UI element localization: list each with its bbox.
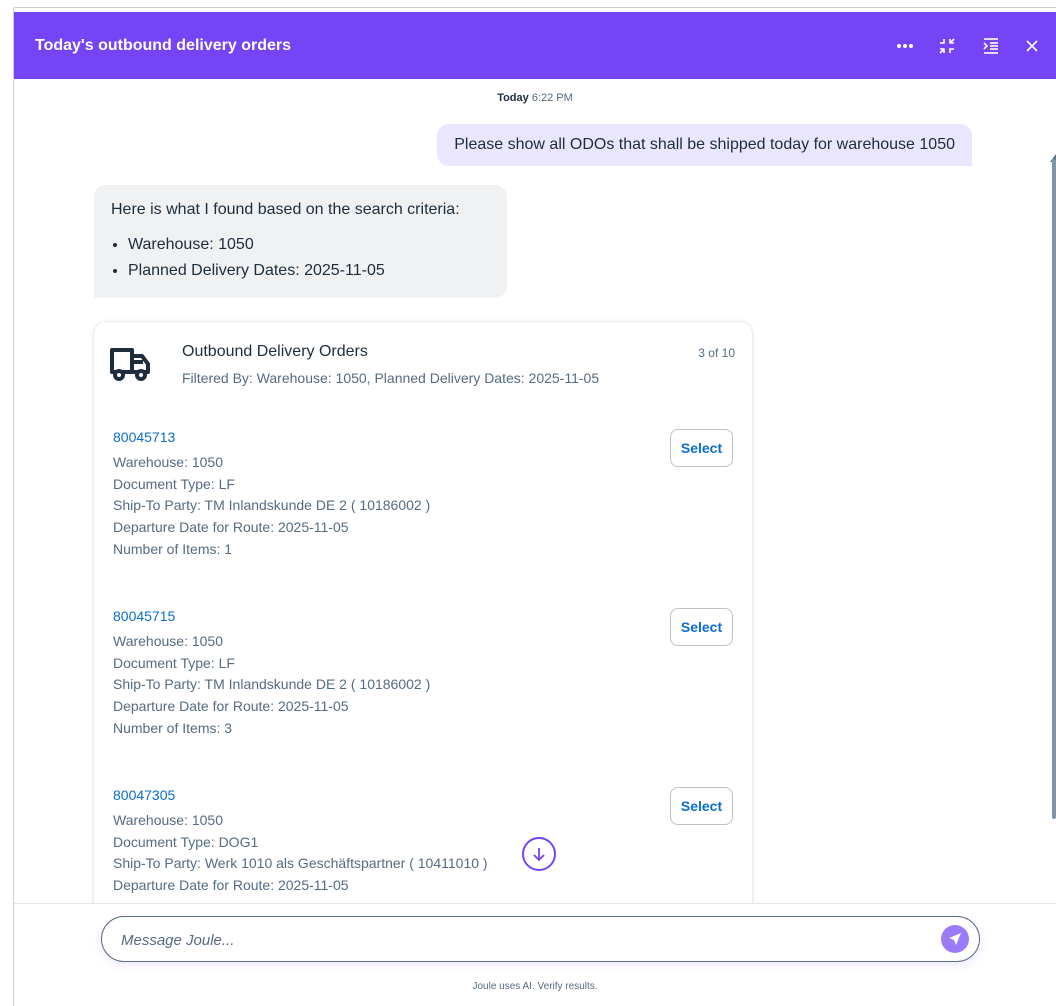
item-departure: Departure Date for Route: 2025-11-05 [113,877,349,894]
scrollbar-up-arrow-icon[interactable] [1050,149,1056,162]
item-doc-type: Document Type: DOG1 [113,833,259,850]
item-num-items: Number of Items: 1 [113,540,233,557]
criteria-item: Planned Delivery Dates: 2025-11-05 [128,260,490,282]
order-link[interactable]: 80047305 [113,787,733,803]
bot-intro-text: Here is what I found based on the search… [111,201,460,218]
joule-panel: Today's outbound delivery orders Today 6… [14,8,1056,1006]
order-link[interactable]: 80045715 [113,608,733,624]
input-divider [14,903,1056,904]
card-subtitle: Filtered By: Warehouse: 1050, Planned De… [182,370,600,386]
scrollbar-thumb[interactable] [1052,159,1056,819]
list-item: 80045715 Warehouse: 1050 Document Type: … [113,608,733,740]
select-button[interactable]: Select [670,608,733,646]
user-message-bubble: Please show all ODOs that shall be shipp… [437,124,972,166]
results-card: Outbound Delivery Orders Filtered By: Wa… [94,322,752,903]
item-departure: Departure Date for Route: 2025-11-05 [113,519,349,536]
timestamp-day: Today [497,92,529,104]
item-ship-to: Ship-To Party: TM Inlandskunde DE 2 ( 10… [113,497,431,514]
list-item: 80047305 Warehouse: 1050 Document Type: … [113,787,733,897]
collapse-panel-icon[interactable] [979,34,1003,58]
send-button[interactable] [941,925,969,953]
item-doc-type: Document Type: LF [113,475,235,492]
select-button[interactable]: Select [670,429,733,467]
card-title: Outbound Delivery Orders [182,343,368,360]
order-link[interactable]: 80045713 [113,429,733,445]
message-timestamp: Today 6:22 PM [14,92,1056,104]
more-icon[interactable] [893,34,917,58]
item-ship-to: Ship-To Party: TM Inlandskunde DE 2 ( 10… [113,676,431,693]
item-warehouse: Warehouse: 1050 [113,812,223,828]
item-doc-type: Document Type: LF [113,654,235,671]
send-icon [949,933,961,945]
close-icon[interactable] [1020,34,1044,58]
exit-fullscreen-icon[interactable] [935,34,959,58]
message-input-container [101,916,980,962]
panel-title: Today's outbound delivery orders [35,37,291,54]
list-item: 80045713 Warehouse: 1050 Document Type: … [113,429,733,561]
item-warehouse: Warehouse: 1050 [113,633,223,649]
ai-disclaimer: Joule uses AI. Verify results. [472,981,598,992]
criteria-list: Warehouse: 1050 Planned Delivery Dates: … [111,234,490,282]
scroll-down-icon[interactable] [522,837,556,871]
message-input[interactable] [119,928,923,952]
item-num-items: Number of Items: 3 [113,719,233,736]
bot-message-bubble: Here is what I found based on the search… [94,185,507,298]
timestamp-time: 6:22 PM [531,92,573,104]
select-button[interactable]: Select [670,787,733,825]
item-departure: Departure Date for Route: 2025-11-05 [113,698,349,715]
results-count: 3 of 10 [698,346,735,360]
panel-header: Today's outbound delivery orders [14,12,1056,79]
item-warehouse: Warehouse: 1050 [113,454,223,470]
criteria-item: Warehouse: 1050 [128,234,490,256]
conversation-scrollbar[interactable] [1050,159,1056,819]
item-ship-to: Ship-To Party: Werk 1010 als Geschäftspa… [113,855,488,872]
conversation-area[interactable]: Today 6:22 PM Please show all ODOs that … [14,79,1056,903]
truck-icon [108,342,156,386]
